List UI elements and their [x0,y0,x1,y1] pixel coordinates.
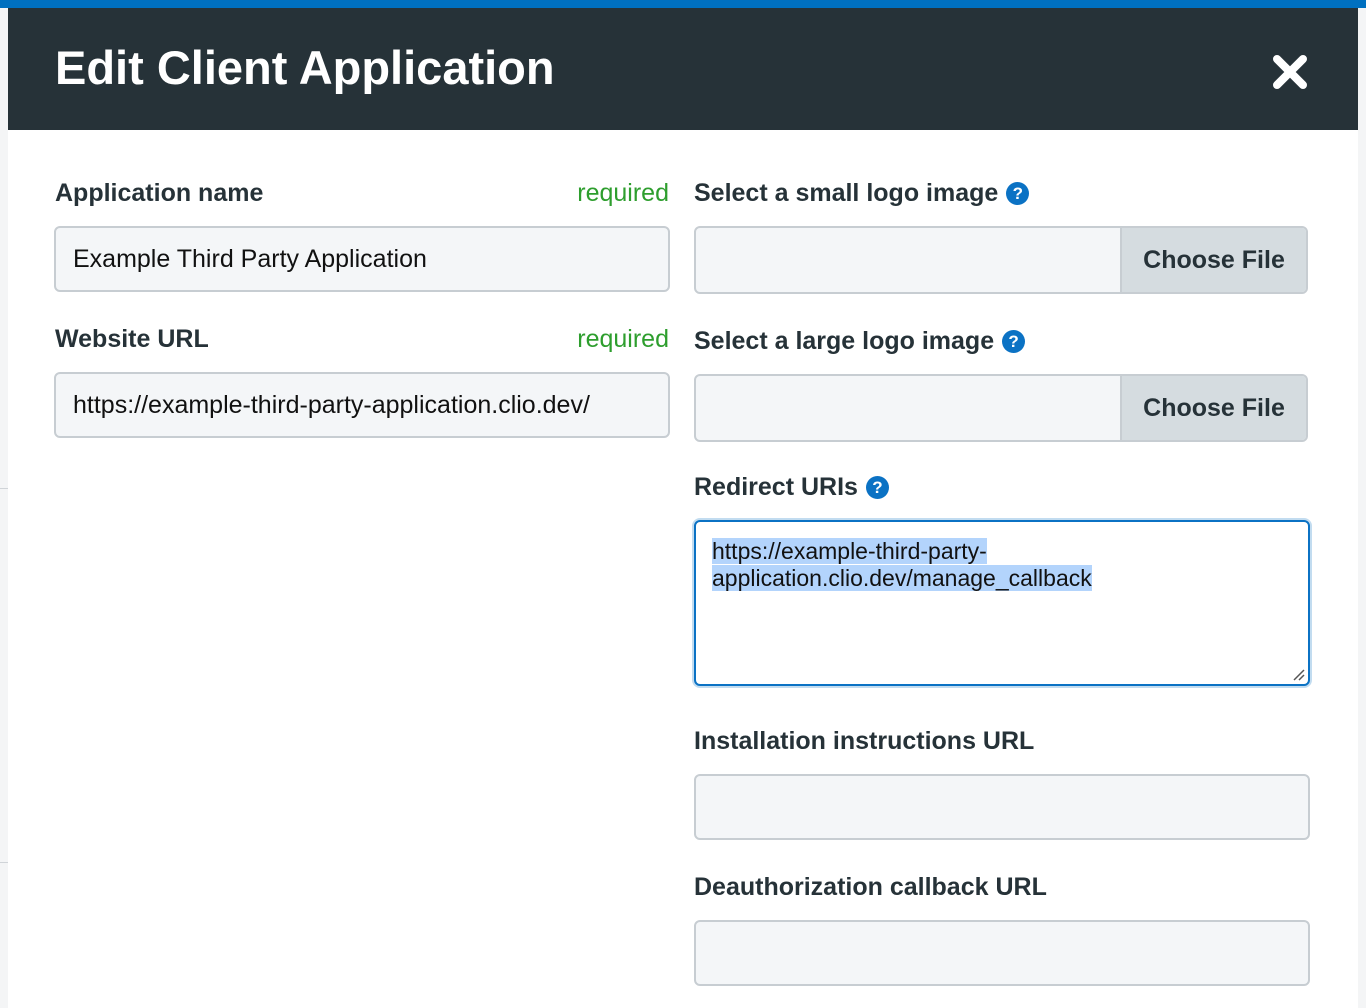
background-divider [0,862,8,863]
installation-url-label: Installation instructions URL [694,727,1035,755]
modal-header: Edit Client Application [8,8,1358,130]
website-url-required: required [577,325,669,353]
resize-grip-icon[interactable] [1291,667,1305,681]
large-logo-choose-file-button[interactable]: Choose File [1120,376,1306,440]
large-logo-label: Select a large logo image? [694,326,1026,356]
question-circle-icon[interactable]: ? [865,476,889,499]
deauthorization-url-input[interactable] [694,920,1310,986]
background-page-left [0,8,8,1008]
close-button[interactable] [1266,48,1314,96]
small-logo-choose-file-button[interactable]: Choose File [1120,228,1306,292]
top-accent-strip [0,0,1366,8]
redirect-uri-line: application.clio.dev/manage_callback [712,565,1092,591]
modal-title: Edit Client Application [55,41,555,94]
background-page-right [1358,8,1366,1008]
small-logo-label: Select a small logo image? [694,178,1030,208]
large-logo-label-text: Select a large logo image [694,327,995,355]
edit-client-application-modal: Edit Client Application Application name… [8,8,1358,1008]
close-icon [1273,55,1307,89]
application-name-input[interactable] [54,226,670,292]
redirect-uri-line: https://example-third-party- [712,538,987,564]
redirect-uris-label: Redirect URIs? [694,472,889,502]
small-logo-label-text: Select a small logo image [694,179,999,207]
background-divider [0,488,8,489]
redirect-uris-label-text: Redirect URIs [694,473,858,501]
installation-url-input[interactable] [694,774,1310,840]
deauthorization-url-label: Deauthorization callback URL [694,873,1047,901]
website-url-input[interactable] [54,372,670,438]
question-circle-icon[interactable]: ? [1002,330,1026,353]
website-url-label: Website URL [55,325,209,353]
small-logo-file-input[interactable]: Choose File [694,226,1308,294]
application-name-label: Application name [55,179,264,207]
large-logo-file-input[interactable]: Choose File [694,374,1308,442]
question-circle-icon[interactable]: ? [1006,182,1030,205]
redirect-uris-textarea[interactable]: https://example-third-party- application… [694,520,1310,686]
application-name-required: required [577,179,669,207]
